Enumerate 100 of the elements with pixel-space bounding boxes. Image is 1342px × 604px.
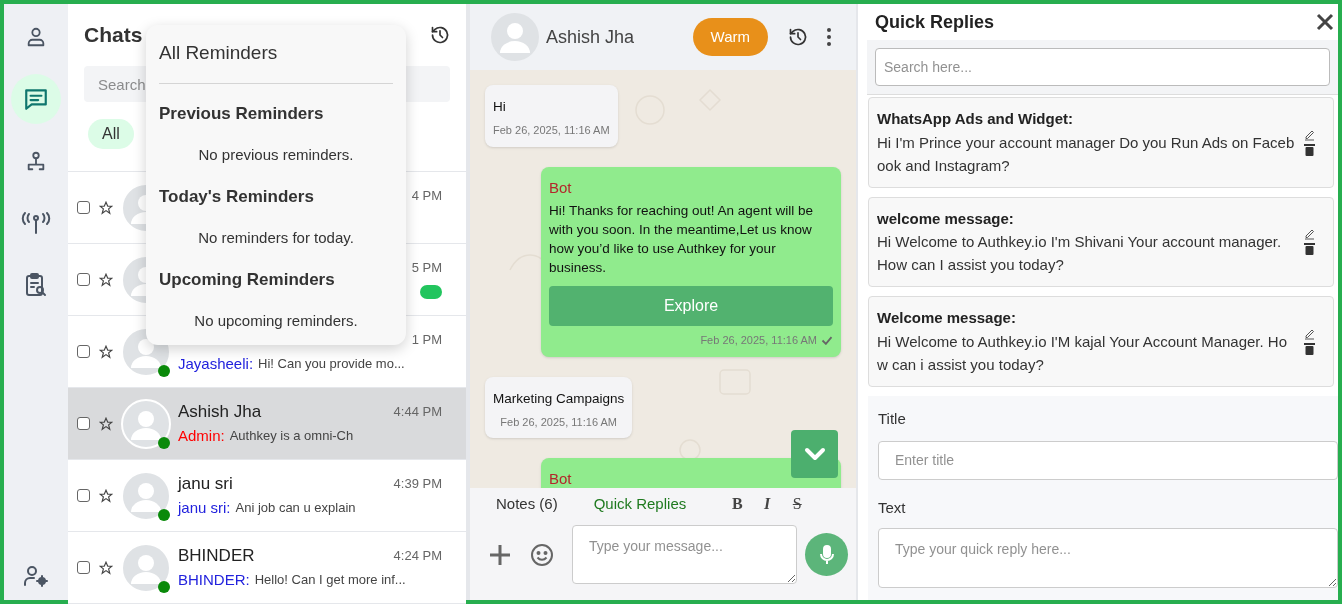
filter-tab[interactable]: All bbox=[88, 119, 134, 149]
panel-title: Quick Replies bbox=[875, 10, 995, 34]
person-icon bbox=[25, 26, 47, 48]
bold-button[interactable]: B bbox=[722, 492, 753, 516]
popup-title: All Reminders bbox=[159, 39, 393, 84]
star-icon[interactable] bbox=[99, 560, 113, 575]
section-heading: Upcoming Reminders bbox=[159, 268, 336, 291]
pencil-icon bbox=[1304, 327, 1315, 340]
message-time: 1 PM bbox=[411, 331, 442, 350]
clipboard-search-icon bbox=[24, 272, 48, 298]
avatar-icon bbox=[121, 398, 171, 449]
trash-icon bbox=[1304, 341, 1315, 355]
contact-name: BHINDER bbox=[178, 545, 255, 568]
history-button[interactable] bbox=[430, 25, 450, 45]
user-gear-icon bbox=[23, 564, 49, 588]
composer-tab[interactable]: Notes (6) bbox=[496, 492, 558, 516]
title-field[interactable]: Enter title bbox=[878, 440, 1338, 480]
sender-name: Bot bbox=[549, 177, 573, 198]
message-text: Marketing Campaigns bbox=[493, 389, 625, 408]
checkbox[interactable] bbox=[77, 273, 90, 286]
contact-name: Ashish Jha bbox=[546, 25, 635, 49]
search-field[interactable]: Search here... bbox=[875, 48, 1330, 86]
delete-button[interactable] bbox=[1304, 242, 1315, 256]
reply-text: Hi Welcome to Authkey.io I'm Shivani Your account manager. How can I assist you today? bbox=[877, 232, 1283, 275]
message-time: 4:39 PM bbox=[393, 475, 442, 494]
pencil-icon bbox=[1304, 228, 1315, 241]
reply-text-field[interactable]: Type your quick reply here... bbox=[878, 528, 1338, 588]
org-chart-icon bbox=[25, 150, 47, 172]
history-icon bbox=[430, 25, 450, 45]
empty-message: No previous reminders. bbox=[197, 145, 355, 165]
trash-icon bbox=[1304, 242, 1315, 256]
avatar-icon bbox=[490, 12, 540, 62]
scroll-down-button[interactable] bbox=[791, 430, 838, 478]
edit-button[interactable] bbox=[1304, 128, 1315, 141]
message-time: 5 PM bbox=[411, 259, 442, 278]
checkbox[interactable] bbox=[77, 345, 90, 358]
reply-title: welcome message: bbox=[877, 208, 1015, 229]
quick-reply-card[interactable]: Welcome message: Hi Welcome to Authkey.io I'M kajal Your Account Manager. How can i assist you today? bbox=[868, 296, 1334, 387]
kebab-icon bbox=[826, 27, 832, 47]
sender-name: Admin: bbox=[178, 425, 225, 446]
delete-button[interactable] bbox=[1304, 341, 1315, 355]
message-time: Feb 26, 2025, 11:16 AM bbox=[500, 414, 617, 430]
reply-title: Welcome message: bbox=[877, 308, 1017, 328]
message-time: 4:44 PM bbox=[393, 403, 442, 422]
delete-button[interactable] bbox=[1304, 142, 1315, 156]
composer-tab[interactable]: Quick Replies bbox=[593, 492, 687, 516]
checkbox[interactable] bbox=[77, 417, 90, 430]
quick-reply-card[interactable]: WhatsApp Ads and Widget: Hi I'm Prince your account manager Do you Run Ads on Facebook and Instagram? bbox=[868, 97, 1334, 188]
history-button[interactable] bbox=[788, 27, 808, 47]
user-settings-button[interactable] bbox=[23, 564, 49, 588]
star-icon[interactable] bbox=[99, 344, 113, 359]
message-time: 4 PM bbox=[411, 187, 442, 206]
message-text: Hi bbox=[493, 98, 507, 116]
section-heading: Today's Reminders bbox=[159, 185, 315, 208]
field-label: Text bbox=[878, 497, 907, 518]
close-icon bbox=[1316, 13, 1334, 31]
more-button[interactable] bbox=[826, 27, 832, 47]
empty-message: No reminders for today. bbox=[197, 228, 355, 248]
nav-chats-button[interactable] bbox=[11, 74, 61, 124]
edit-button[interactable] bbox=[1304, 327, 1315, 340]
smiley-icon bbox=[530, 542, 554, 567]
star-icon[interactable] bbox=[99, 416, 113, 431]
plus-icon bbox=[488, 542, 512, 567]
chevron-down-icon bbox=[803, 447, 826, 461]
strike-button[interactable]: S bbox=[782, 492, 813, 516]
section-heading: Previous Reminders bbox=[159, 102, 325, 125]
emoji-button[interactable] bbox=[530, 542, 554, 567]
sender-name: BHINDER: bbox=[178, 569, 250, 590]
sender-name: janu sri: bbox=[178, 497, 231, 518]
checkbox[interactable] bbox=[77, 489, 90, 502]
pencil-icon bbox=[1304, 128, 1315, 141]
history-icon bbox=[788, 27, 808, 47]
add-button[interactable] bbox=[488, 542, 512, 567]
edit-button[interactable] bbox=[1304, 228, 1315, 241]
star-icon[interactable] bbox=[99, 488, 113, 503]
message-field[interactable]: Type your message... bbox=[572, 525, 797, 584]
quick-reply-card[interactable]: welcome message: Hi Welcome to Authkey.io I'm Shivani Your account manager. How can I assist you today? bbox=[868, 196, 1334, 287]
antenna-icon bbox=[21, 211, 51, 235]
reply-title: WhatsApp Ads and Widget: bbox=[877, 109, 1074, 129]
sender-name: Jayasheeli: bbox=[178, 353, 254, 374]
message-time: Feb 26, 2025, 11:16 AM bbox=[700, 333, 817, 348]
trash-icon bbox=[1304, 142, 1315, 156]
chat-row[interactable]: Ashish Jha 4:44 PM Admin: Authkey is a omni-Ch bbox=[68, 388, 466, 460]
microphone-icon bbox=[819, 544, 834, 565]
star-icon[interactable] bbox=[99, 272, 113, 287]
message-preview: Hi! Can you provide mo... bbox=[258, 355, 405, 374]
close-button[interactable] bbox=[1316, 13, 1334, 31]
checkbox[interactable] bbox=[77, 561, 90, 574]
reply-text: Hi Welcome to Authkey.io I'M kajal Your Account Manager. How can i assist you today? bbox=[877, 331, 1289, 375]
message-preview: Hello! Can I get more inf... bbox=[254, 571, 406, 590]
sender-name: Bot bbox=[549, 469, 573, 488]
contact-name: Ashish Jha bbox=[178, 401, 262, 424]
chats-title: Chats bbox=[84, 22, 143, 49]
field-label: Title bbox=[878, 409, 907, 429]
chat-icon bbox=[23, 86, 49, 112]
checkbox[interactable] bbox=[77, 201, 90, 214]
star-icon[interactable] bbox=[99, 200, 113, 215]
message-preview: Ani job can u explain bbox=[235, 499, 356, 518]
contact-name: janu sri bbox=[178, 473, 233, 496]
italic-button[interactable]: I bbox=[752, 492, 783, 516]
